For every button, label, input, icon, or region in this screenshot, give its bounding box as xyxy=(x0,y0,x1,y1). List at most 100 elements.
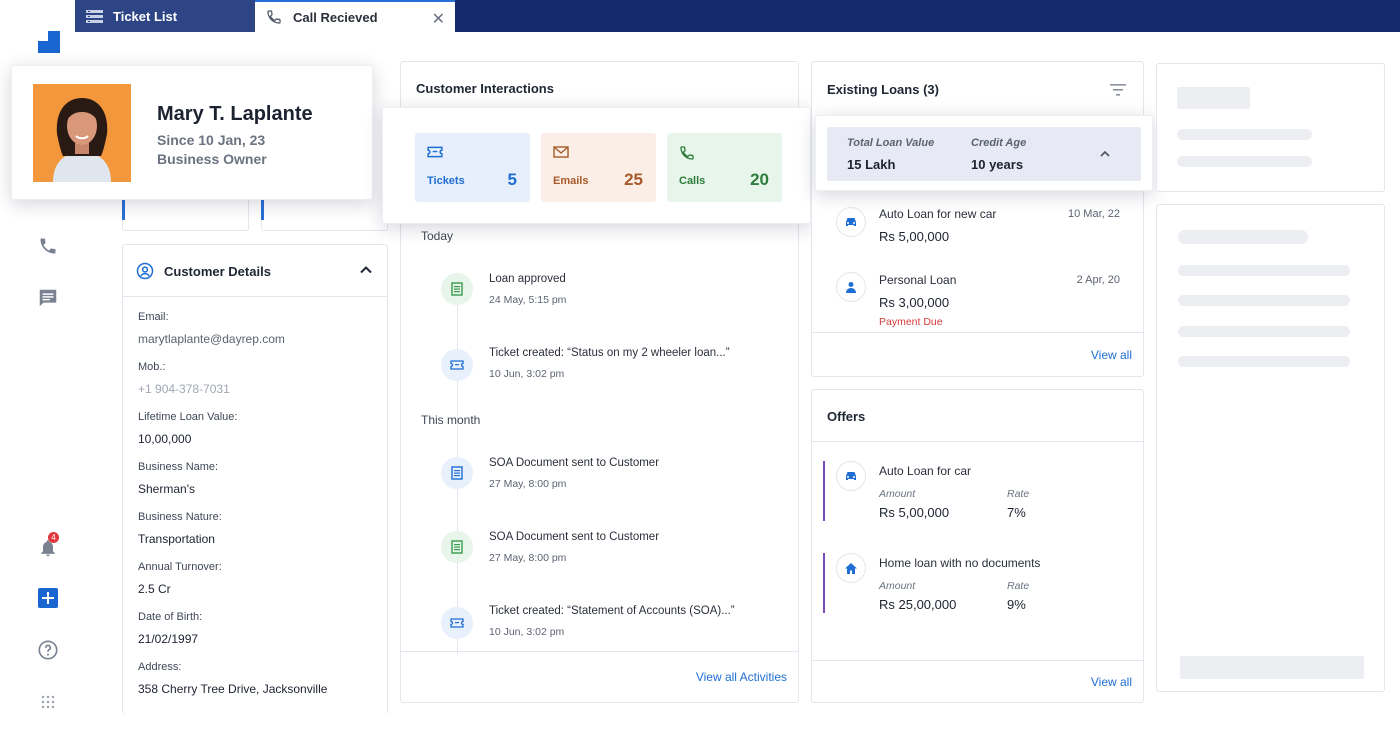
view-all-loans-link[interactable]: View all xyxy=(1091,348,1132,362)
offer-rate: 9% xyxy=(1007,597,1026,612)
credit-age-label: Credit Age xyxy=(971,137,1027,149)
email-value[interactable]: marytlaplante@dayrep.com xyxy=(138,332,285,346)
chevron-up-icon[interactable] xyxy=(359,263,373,282)
section-today: Today xyxy=(421,229,454,243)
timeline-item-time: 24 May, 5:15 pm xyxy=(489,294,567,306)
timeline-item-time: 10 Jun, 3:02 pm xyxy=(489,626,565,638)
stat-emails[interactable]: Emails 25 xyxy=(541,133,656,202)
apps-grid-icon[interactable] xyxy=(36,690,60,714)
loan-value-label: Lifetime Loan Value: xyxy=(138,411,238,423)
customer-name: Mary T. Laplante xyxy=(157,103,313,125)
ticket-icon xyxy=(441,607,473,639)
sort-icon[interactable] xyxy=(1110,83,1126,101)
timeline-item-title[interactable]: SOA Document sent to Customer xyxy=(489,531,659,543)
mobile-label: Mob.: xyxy=(138,361,166,373)
user-circle-icon xyxy=(136,262,154,285)
tab-ticket-list[interactable]: Ticket List xyxy=(75,0,255,32)
address-label: Address: xyxy=(138,661,182,673)
skeleton-line xyxy=(1178,230,1308,244)
person-icon xyxy=(836,272,866,302)
loan-value: 10,00,000 xyxy=(138,432,192,446)
offer-amount-label: Amount xyxy=(879,488,916,500)
chevron-up-icon[interactable] xyxy=(1099,147,1111,165)
stat-value: 20 xyxy=(750,170,769,189)
loan-amount: Rs 5,00,000 xyxy=(879,229,950,244)
loan-summary[interactable]: Total Loan Value 15 Lakh Credit Age 10 y… xyxy=(827,127,1141,181)
offer-name[interactable]: Auto Loan for car xyxy=(879,464,971,478)
skeleton-line xyxy=(1177,129,1312,140)
mail-icon xyxy=(553,145,569,164)
divider xyxy=(812,332,1143,333)
timeline-item-title[interactable]: Ticket created: “Status on my 2 wheeler … xyxy=(489,347,730,359)
timeline-item-title[interactable]: SOA Document sent to Customer xyxy=(489,457,659,469)
skeleton-line xyxy=(1177,156,1312,167)
offer-rate: 7% xyxy=(1007,505,1026,520)
phone-icon xyxy=(265,10,283,24)
view-all-offers-link[interactable]: View all xyxy=(1091,675,1132,689)
skeleton-line xyxy=(1178,295,1350,306)
offer-amount-label: Amount xyxy=(879,580,916,592)
tab-label: Ticket List xyxy=(113,8,178,24)
customer-profile-card: Mary T. Laplante Since 10 Jan, 23 Busine… xyxy=(11,65,373,200)
stat-value: 5 xyxy=(507,170,517,189)
loan-summary-popover: Total Loan Value 15 Lakh Credit Age 10 y… xyxy=(815,115,1153,191)
ticket-icon xyxy=(427,145,443,164)
existing-loans-card: Existing Loans (3) Auto Loan for new car… xyxy=(811,61,1144,377)
phone-icon[interactable] xyxy=(36,234,60,258)
offer-accent-bar xyxy=(823,553,825,613)
stat-calls[interactable]: Calls 20 xyxy=(667,133,782,202)
offer-rate-label: Rate xyxy=(1007,488,1030,500)
add-icon[interactable] xyxy=(36,586,60,610)
turnover-value: 2.5 Cr xyxy=(138,582,171,596)
interactions-footer: View all Activities xyxy=(401,651,798,702)
payment-due-status: Payment Due xyxy=(879,316,943,328)
stat-label: Calls xyxy=(679,175,706,187)
timeline-item-time: 27 May, 8:00 pm xyxy=(489,552,567,564)
skeleton-line xyxy=(1177,87,1250,109)
stat-tickets[interactable]: Tickets 5 xyxy=(415,133,530,202)
offers-header: Offers xyxy=(812,390,1143,442)
home-icon xyxy=(836,553,866,583)
top-bar-corner xyxy=(0,0,75,32)
skeleton-card xyxy=(1156,63,1385,192)
mobile-value[interactable]: +1 904-378-7031 xyxy=(138,382,230,396)
loan-amount: Rs 3,00,000 xyxy=(879,295,950,310)
customer-role: Business Owner xyxy=(157,151,267,167)
business-nature-label: Business Nature: xyxy=(138,511,222,523)
app-logo[interactable] xyxy=(38,31,60,53)
offer-amount: Rs 5,00,000 xyxy=(879,505,950,520)
turnover-label: Annual Turnover: xyxy=(138,561,222,573)
loan-name[interactable]: Auto Loan for new car xyxy=(879,207,996,221)
loans-title: Existing Loans (3) xyxy=(827,82,939,97)
timeline-item-time: 10 Jun, 3:02 pm xyxy=(489,368,565,380)
document-icon xyxy=(441,457,473,489)
loan-date: 2 Apr, 20 xyxy=(1076,274,1120,286)
offer-name[interactable]: Home loan with no documents xyxy=(879,556,1040,570)
timeline-item-time: 27 May, 8:00 pm xyxy=(489,478,567,490)
offers-card: Offers Auto Loan for car Amount Rs 5,00,… xyxy=(811,389,1144,703)
offers-title: Offers xyxy=(827,409,866,424)
loan-name[interactable]: Personal Loan xyxy=(879,273,956,287)
business-name-label: Business Name: xyxy=(138,461,219,473)
offer-rate-label: Rate xyxy=(1007,580,1030,592)
bell-icon[interactable]: 4 xyxy=(36,532,60,560)
notification-badge: 4 xyxy=(48,532,59,543)
skeleton-line xyxy=(1178,326,1350,337)
avatar xyxy=(33,84,131,182)
customer-details-header[interactable]: Customer Details xyxy=(123,245,387,297)
stat-value: 25 xyxy=(624,170,643,189)
list-icon xyxy=(85,9,103,23)
business-name-value: Sherman's xyxy=(138,482,195,496)
help-icon[interactable] xyxy=(36,638,60,662)
tab-label: Call Recieved xyxy=(293,9,378,25)
chat-icon[interactable] xyxy=(36,286,60,310)
view-all-activities-link[interactable]: View all Activities xyxy=(696,670,787,684)
document-icon xyxy=(441,531,473,563)
total-loan-value: 15 Lakh xyxy=(847,157,896,172)
timeline-item-title[interactable]: Loan approved xyxy=(489,273,566,285)
address-value: 358 Cherry Tree Drive, Jacksonville xyxy=(138,682,328,696)
tab-call-received[interactable]: Call Recieved ✕ xyxy=(255,0,455,32)
total-loan-label: Total Loan Value xyxy=(847,137,935,149)
close-icon[interactable]: ✕ xyxy=(432,9,445,29)
timeline-item-title[interactable]: Ticket created: “Statement of Accounts (… xyxy=(489,605,735,617)
